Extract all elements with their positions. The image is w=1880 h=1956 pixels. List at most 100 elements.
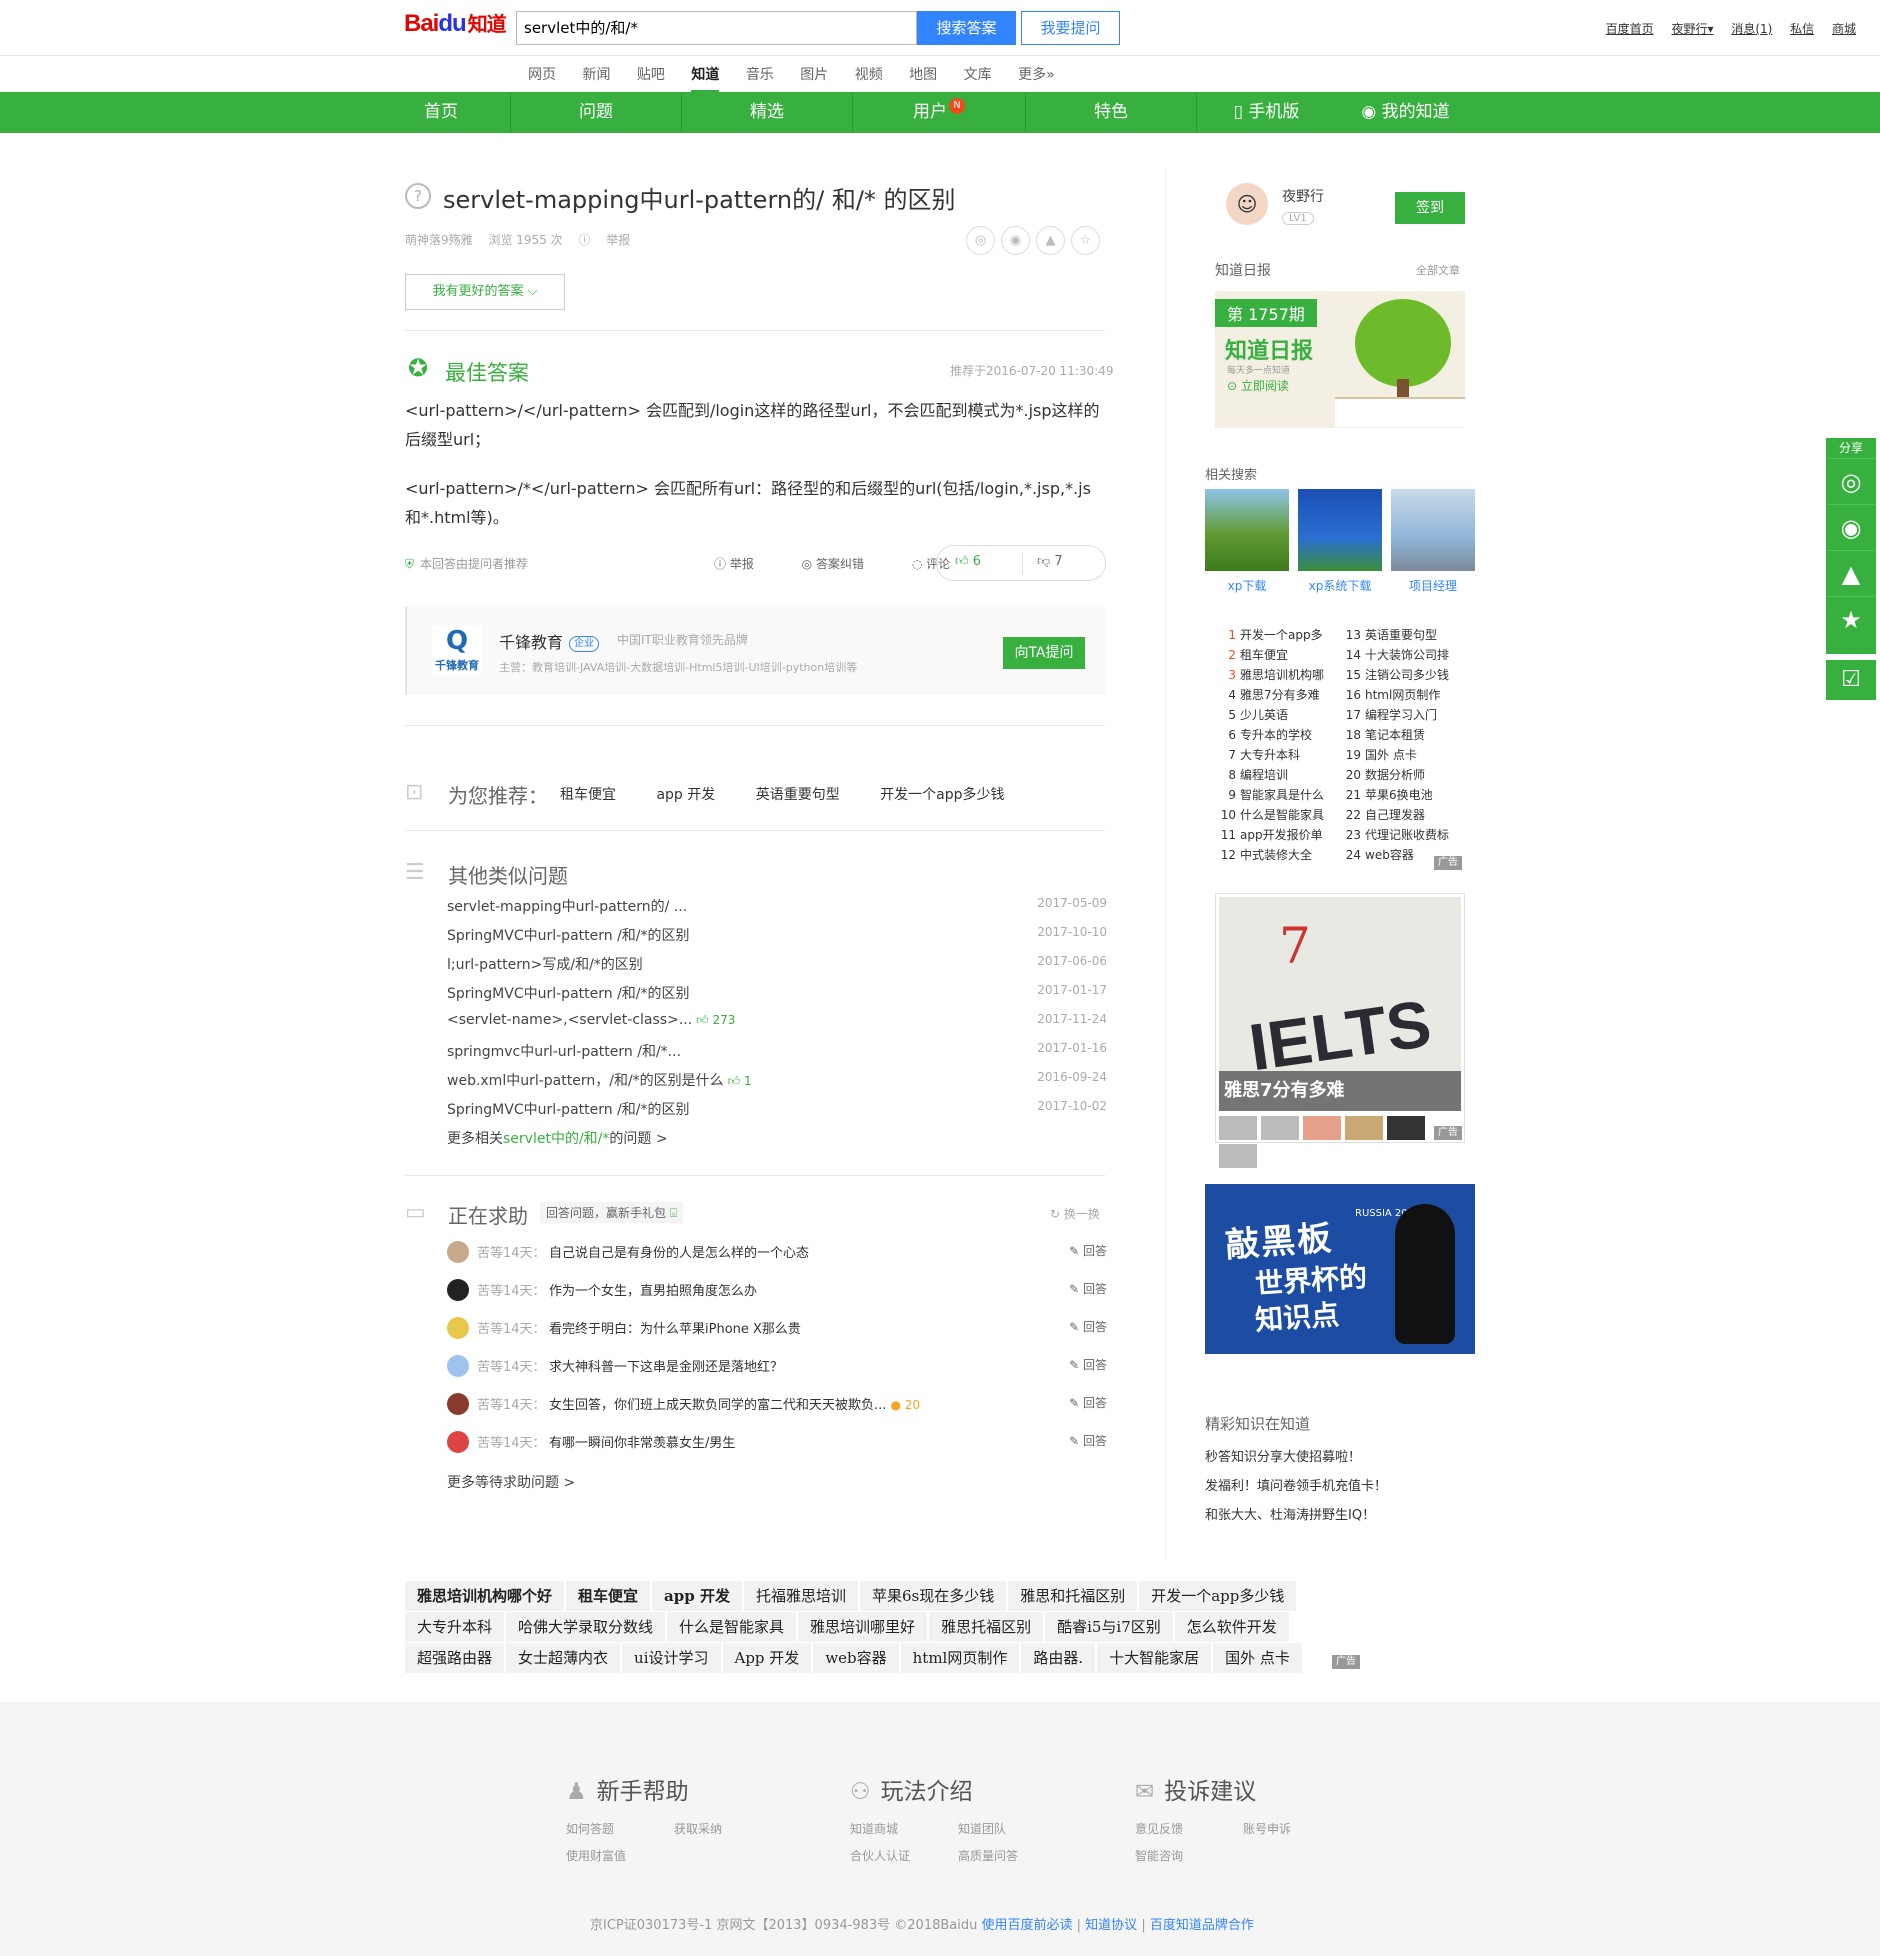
hot-word[interactable]: 大专升本科: [405, 1612, 505, 1642]
similar-item[interactable]: servlet-mapping中url-pattern的/ ... 2017-05…: [447, 896, 1107, 925]
rank-item[interactable]: 14 十大装饰公司排: [1345, 646, 1465, 666]
hot-word[interactable]: 雅思和托福区别: [1008, 1581, 1138, 1611]
baidu-zhidao-logo[interactable]: Baidu 知道: [404, 8, 507, 38]
report-link[interactable]: ⓘ 举报: [578, 233, 642, 247]
rank-item[interactable]: 19 国外 点卡: [1345, 746, 1465, 766]
similar-item[interactable]: SpringMVC中url-pattern /和/*的区别 2017-01-17: [447, 983, 1107, 1012]
help-item[interactable]: 苦等14天： 有哪一瞬间你非常羡慕女生/男生 ✎ 回答: [447, 1429, 1107, 1467]
thumbnail[interactable]: [1261, 1116, 1299, 1140]
recommend-tag[interactable]: app 开发: [656, 787, 715, 803]
hot-word[interactable]: 托福雅思培训: [743, 1581, 858, 1611]
hot-word[interactable]: 雅思培训哪里好: [798, 1612, 928, 1642]
qq-icon[interactable]: ▲: [1036, 226, 1065, 255]
recommend-tag[interactable]: 开发一个app多少钱: [880, 787, 1004, 803]
rank-item[interactable]: 16 html网页制作: [1345, 686, 1465, 706]
footer-link[interactable]: 智能咨询: [1135, 1847, 1243, 1864]
knowledge-item[interactable]: 和张大大、杜海涛拼野生IQ！: [1205, 1504, 1475, 1533]
thumbnail[interactable]: [1219, 1144, 1257, 1168]
nav-home[interactable]: 首页: [372, 92, 511, 133]
link-mall[interactable]: 商城: [1832, 22, 1856, 36]
help-item[interactable]: 苦等14天： 女生回答，你们班上成天欺负同学的富二代和天天被欺负... ● 20 ✎…: [447, 1391, 1107, 1429]
channel-more[interactable]: 更多»: [1018, 64, 1055, 92]
help-item[interactable]: 苦等14天： 作为一个女生，直男拍照角度怎么办 ✎ 回答: [447, 1277, 1107, 1315]
rank-item[interactable]: 4 雅思7分有多难: [1220, 686, 1340, 706]
footer-link[interactable]: 高质量问答: [958, 1847, 1066, 1864]
nav-mobile[interactable]: ▯ 手机版: [1197, 92, 1336, 133]
upvote-button[interactable]: 👍︎ 6: [955, 554, 981, 569]
thumbnail[interactable]: [1345, 1116, 1383, 1140]
channel-image[interactable]: 图片: [800, 64, 828, 92]
refresh-button[interactable]: ↻ 换一换: [1050, 1205, 1100, 1222]
channel-video[interactable]: 视频: [855, 64, 883, 92]
hot-word[interactable]: 开发一个app多少钱: [1139, 1581, 1297, 1611]
footer-link[interactable]: 账号申诉: [1243, 1820, 1351, 1837]
similar-more-link[interactable]: 更多相关servlet中的/和/*的问题 >: [447, 1128, 1107, 1148]
hot-word[interactable]: 什么是智能家具: [667, 1612, 797, 1642]
hot-word[interactable]: 雅思托福区别: [929, 1612, 1044, 1642]
better-answer-button[interactable]: 我有更好的答案 ⌵: [405, 274, 565, 310]
answer-link[interactable]: ✎ 回答: [1069, 1432, 1107, 1449]
help-promo-tag[interactable]: 回答问题，赢新手礼包 ⌺: [540, 1202, 684, 1223]
asker-name[interactable]: 萌神落9殇雅: [405, 233, 473, 247]
hot-word[interactable]: 超强路由器: [405, 1643, 505, 1673]
weibo-share-icon[interactable]: ◉: [1826, 504, 1876, 550]
similar-item[interactable]: springmvc中url-url-pattern /和/*... 2017-01…: [447, 1041, 1107, 1070]
similar-item[interactable]: l;url-pattern>写成/和/*的区别 2017-06-06: [447, 954, 1107, 983]
rank-item[interactable]: 11 app开发报价单: [1220, 826, 1340, 846]
hot-word[interactable]: 酷睿i5与i7区别: [1045, 1612, 1173, 1642]
rank-item[interactable]: 18 笔记本租赁: [1345, 726, 1465, 746]
footer-link[interactable]: 合伙人认证: [850, 1847, 958, 1864]
brand-logo[interactable]: Q 千锋教育: [432, 625, 482, 675]
wechat-icon[interactable]: ◎: [966, 226, 995, 255]
thumbnail[interactable]: [1387, 1116, 1425, 1140]
rank-item[interactable]: 15 注销公司多少钱: [1345, 666, 1465, 686]
rank-item[interactable]: 1 开发一个app多: [1220, 626, 1340, 646]
brand-cooperation-link[interactable]: 百度知道品牌合作: [1150, 1918, 1254, 1933]
footer-link[interactable]: 知道商城: [850, 1820, 958, 1837]
hot-word[interactable]: 雅思培训机构哪个好: [405, 1581, 565, 1611]
rank-item[interactable]: 10 什么是智能家具: [1220, 806, 1340, 826]
rank-item[interactable]: 22 自己理发器: [1345, 806, 1465, 826]
thumbnail[interactable]: [1219, 1116, 1257, 1140]
answer-link[interactable]: ✎ 回答: [1069, 1394, 1107, 1411]
link-baidu-home[interactable]: 百度首页: [1606, 22, 1654, 36]
link-private-msg[interactable]: 私信: [1790, 22, 1814, 36]
rank-item[interactable]: 2 租车便宜: [1220, 646, 1340, 666]
nav-selected[interactable]: 精选: [682, 92, 853, 133]
related-item[interactable]: 项目经理: [1391, 489, 1475, 594]
answer-link[interactable]: ✎ 回答: [1069, 1242, 1107, 1259]
agreement-link[interactable]: 知道协议: [1085, 1918, 1137, 1933]
channel-music[interactable]: 音乐: [746, 64, 774, 92]
answer-link[interactable]: ✎ 回答: [1069, 1318, 1107, 1335]
hot-word[interactable]: 租车便宜: [566, 1581, 651, 1611]
star-icon[interactable]: ☆: [1071, 226, 1100, 255]
recommend-tag[interactable]: 英语重要句型: [756, 787, 840, 803]
rank-item[interactable]: 3 雅思培训机构哪: [1220, 666, 1340, 686]
all-articles-link[interactable]: 全部文章: [1416, 262, 1460, 278]
help-item[interactable]: 苦等14天： 求大神科普一下这串是金刚还是落地红？ ✎ 回答: [447, 1353, 1107, 1391]
nav-users[interactable]: 用户 N: [853, 92, 1026, 133]
rank-item[interactable]: 17 编程学习入门: [1345, 706, 1465, 726]
hot-word[interactable]: 路由器.: [1021, 1643, 1096, 1673]
worldcup-banner[interactable]: 敲黑板 RUSSIA 2018 世界杯的 知识点: [1205, 1184, 1475, 1354]
channel-news[interactable]: 新闻: [582, 64, 610, 92]
favorite-icon[interactable]: ★: [1826, 596, 1876, 642]
channel-wenku[interactable]: 文库: [964, 64, 992, 92]
terms-link[interactable]: 使用百度前必读: [982, 1918, 1073, 1933]
footer-link[interactable]: 知道团队: [958, 1820, 1066, 1837]
user-name[interactable]: 夜野行: [1282, 186, 1324, 206]
hot-word[interactable]: App 开发: [722, 1643, 812, 1673]
help-more-link[interactable]: 更多等待求助问题 >: [447, 1472, 575, 1492]
nav-questions[interactable]: 问题: [511, 92, 682, 133]
ask-brand-button[interactable]: 向TA提问: [1003, 637, 1085, 669]
user-avatar[interactable]: ☺: [1226, 183, 1268, 225]
similar-item[interactable]: SpringMVC中url-pattern /和/*的区别 2017-10-10: [447, 925, 1107, 954]
weibo-icon[interactable]: ◉: [1001, 226, 1030, 255]
ielts-ad[interactable]: 7 IELTS 雅思7分有多难: [1215, 893, 1465, 1168]
rank-item[interactable]: 5 少儿英语: [1220, 706, 1340, 726]
answer-link[interactable]: ✎ 回答: [1069, 1280, 1107, 1297]
related-item[interactable]: xp下载: [1205, 489, 1289, 594]
search-button[interactable]: 搜索答案: [917, 11, 1016, 45]
knowledge-item[interactable]: 秒答知识分享大使招募啦！: [1205, 1446, 1475, 1475]
ask-question-button[interactable]: 我要提问: [1021, 11, 1120, 45]
